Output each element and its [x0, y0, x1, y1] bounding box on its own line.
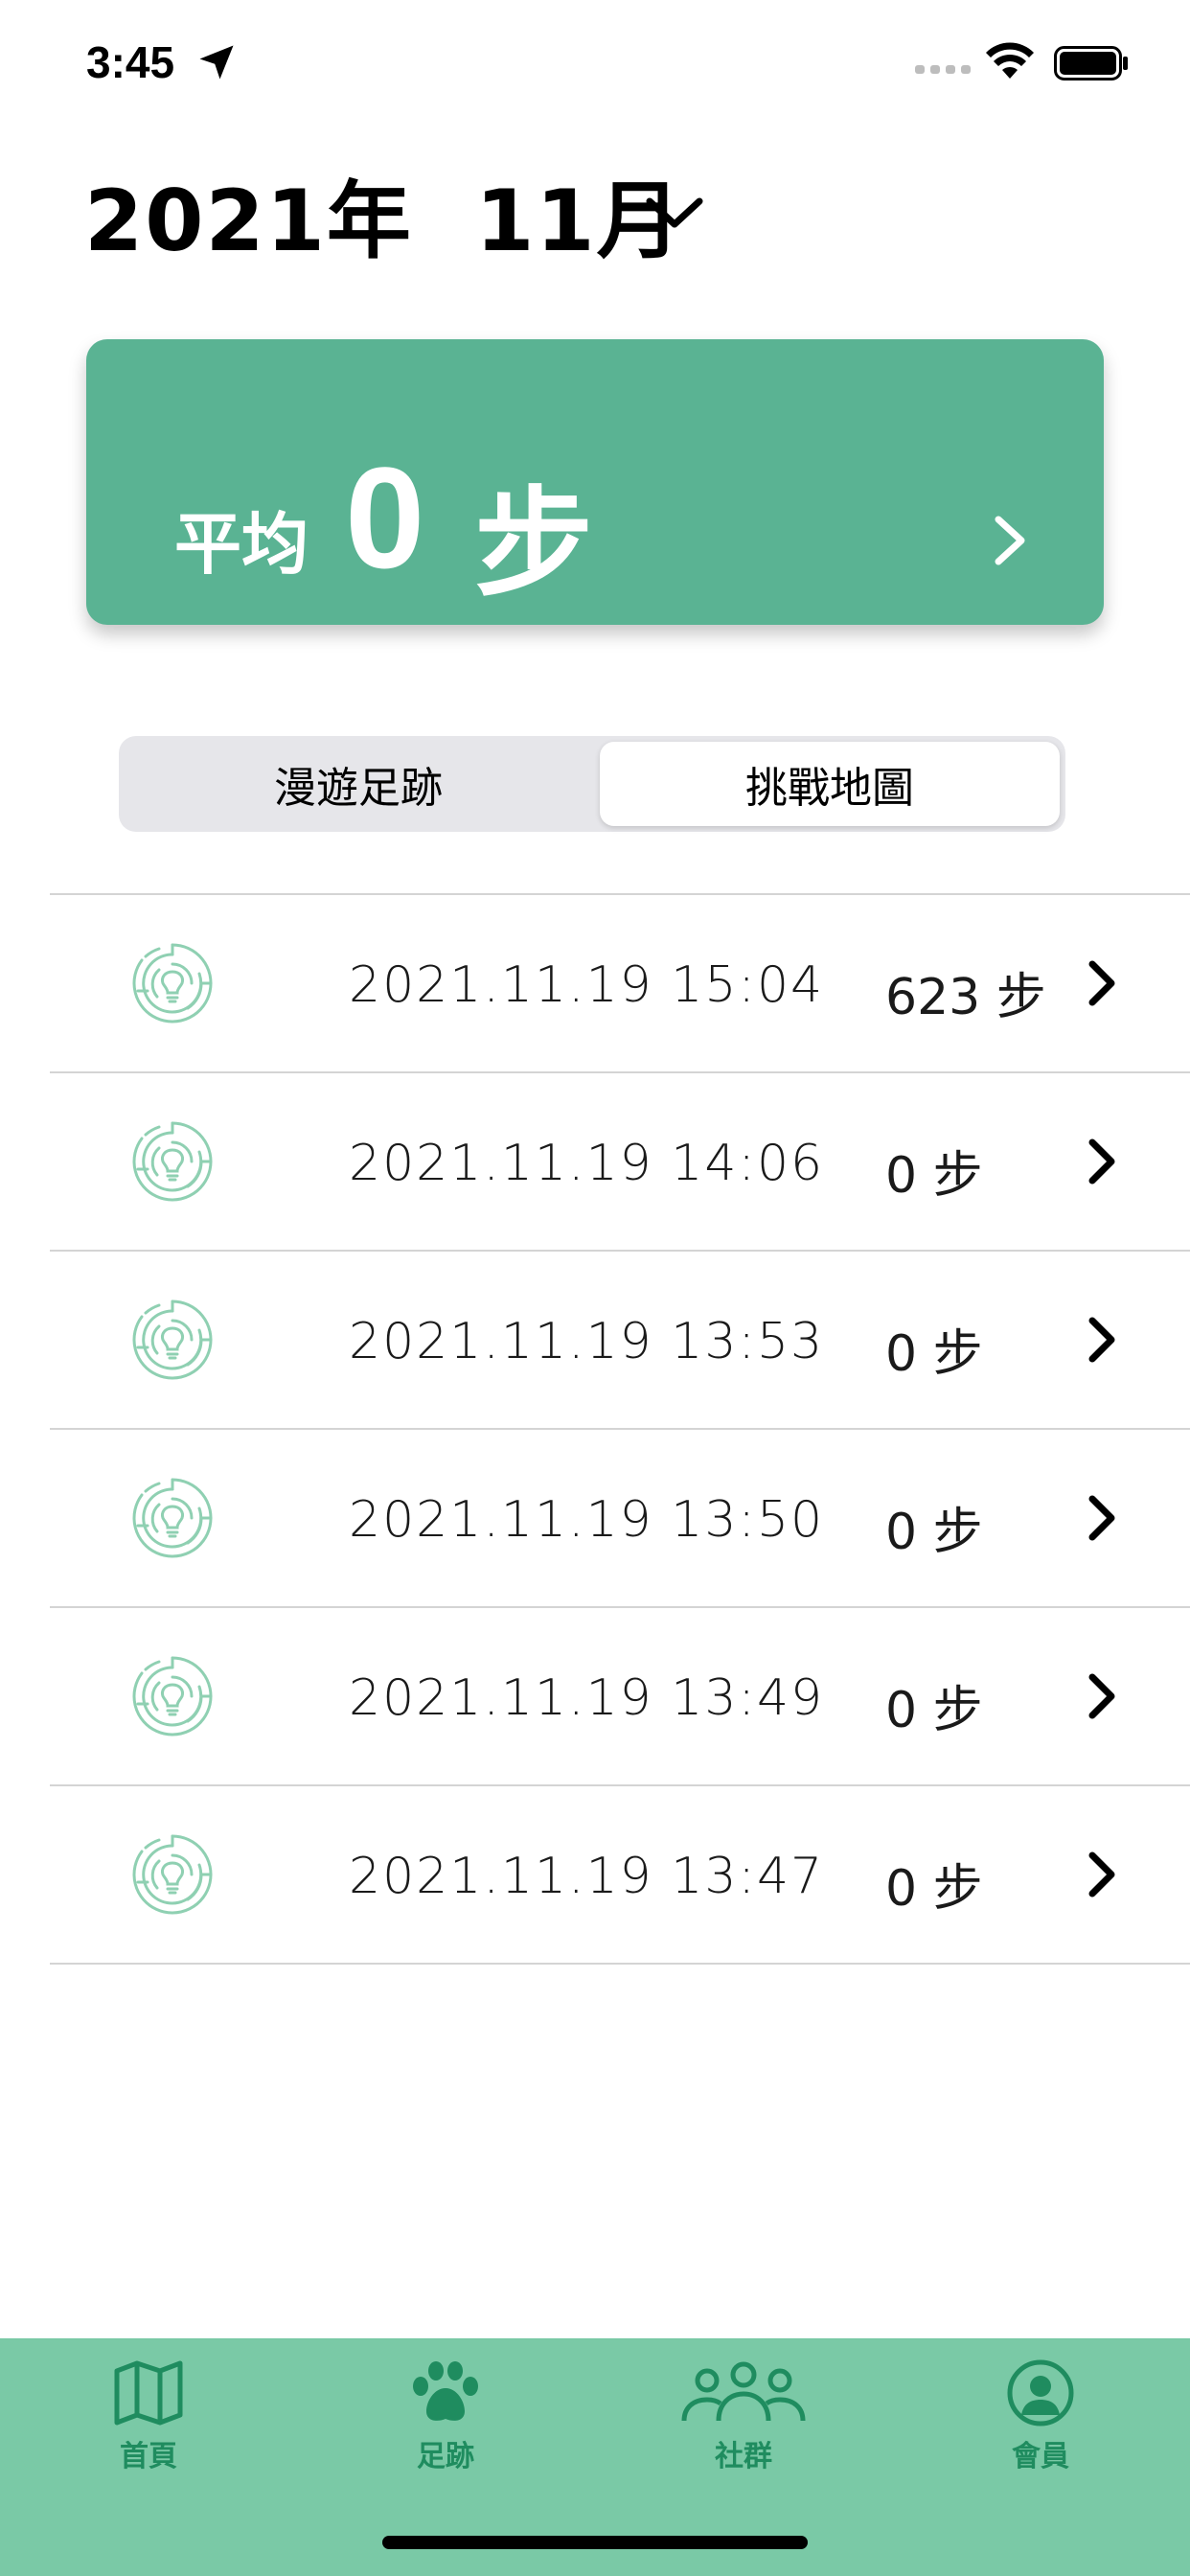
segmented-control: 漫遊足跡 挑戰地圖 — [119, 736, 1065, 832]
maze-lightbulb-icon — [132, 1478, 213, 1558]
list-item[interactable]: 2021.11.19 13:47 0 步 — [50, 1784, 1190, 1965]
tab-label: 足跡 — [417, 2440, 474, 2473]
record-datetime: 2021.11.19 13:49 — [349, 1669, 825, 1727]
group-icon — [681, 2361, 806, 2422]
tab-footprints[interactable]: 足跡 — [350, 2359, 541, 2503]
month-title: 2021年 11月 — [84, 172, 683, 270]
average-steps-card[interactable]: 平均 0 步 — [86, 339, 1104, 625]
status-time: 3:45 — [86, 37, 175, 87]
tab-label: 首頁 — [120, 2440, 177, 2473]
record-datetime: 2021.11.19 13:47 — [349, 1848, 825, 1905]
tab-community[interactable]: 社群 — [648, 2359, 839, 2503]
record-datetime: 2021.11.19 15:04 — [349, 956, 825, 1014]
chevron-right-icon — [1088, 1138, 1115, 1184]
segment-challenge-map[interactable]: 挑戰地圖 — [600, 742, 1060, 826]
list-item[interactable]: 2021.11.19 15:04 623 步 — [50, 893, 1190, 1071]
segment-roaming-tracks[interactable]: 漫遊足跡 — [125, 742, 592, 826]
record-steps: 0 步 — [885, 1860, 983, 1918]
paw-icon — [413, 2361, 478, 2421]
average-steps-unit: 步 — [474, 475, 594, 613]
tab-label: 社群 — [715, 2440, 772, 2473]
list-item[interactable]: 2021.11.19 13:49 0 步 — [50, 1606, 1190, 1784]
home-indicator — [382, 2536, 808, 2549]
battery-icon — [1054, 46, 1128, 80]
location-arrow-icon — [199, 45, 234, 80]
map-icon — [114, 2360, 183, 2426]
wifi-icon — [986, 42, 1034, 79]
status-bar: 3:45 — [0, 0, 1190, 134]
member-icon — [1007, 2359, 1074, 2426]
average-label: 平均 — [174, 505, 309, 584]
maze-lightbulb-icon — [132, 1300, 213, 1380]
maze-lightbulb-icon — [132, 943, 213, 1024]
tab-label: 會員 — [1012, 2440, 1069, 2473]
record-datetime: 2021.11.19 13:50 — [349, 1491, 825, 1549]
tab-member[interactable]: 會員 — [945, 2359, 1136, 2503]
record-steps: 0 步 — [885, 1682, 983, 1739]
list-item[interactable]: 2021.11.19 13:50 0 步 — [50, 1428, 1190, 1606]
record-steps: 0 步 — [885, 1325, 983, 1383]
tab-home[interactable]: 首頁 — [53, 2359, 244, 2503]
cellular-signal-icon — [915, 65, 971, 74]
record-list: 2021.11.19 15:04 623 步 2021.11.19 14:06 … — [50, 893, 1190, 1965]
chevron-right-icon — [1088, 960, 1115, 1006]
chevron-right-icon — [1088, 1852, 1115, 1898]
list-item[interactable]: 2021.11.19 13:53 0 步 — [50, 1250, 1190, 1428]
record-steps: 0 步 — [885, 1504, 983, 1561]
chevron-right-icon — [995, 516, 1025, 565]
chevron-right-icon — [1088, 1495, 1115, 1541]
maze-lightbulb-icon — [132, 1834, 213, 1915]
maze-lightbulb-icon — [132, 1121, 213, 1202]
record-steps: 623 步 — [885, 969, 1046, 1026]
record-datetime: 2021.11.19 14:06 — [349, 1135, 825, 1192]
maze-lightbulb-icon — [132, 1656, 213, 1736]
chevron-down-icon[interactable] — [640, 188, 709, 238]
average-steps-value: 0 — [345, 437, 425, 598]
chevron-right-icon — [1088, 1673, 1115, 1719]
record-steps: 0 步 — [885, 1147, 983, 1205]
record-datetime: 2021.11.19 13:53 — [349, 1313, 825, 1370]
chevron-right-icon — [1088, 1317, 1115, 1363]
list-item[interactable]: 2021.11.19 14:06 0 步 — [50, 1071, 1190, 1250]
